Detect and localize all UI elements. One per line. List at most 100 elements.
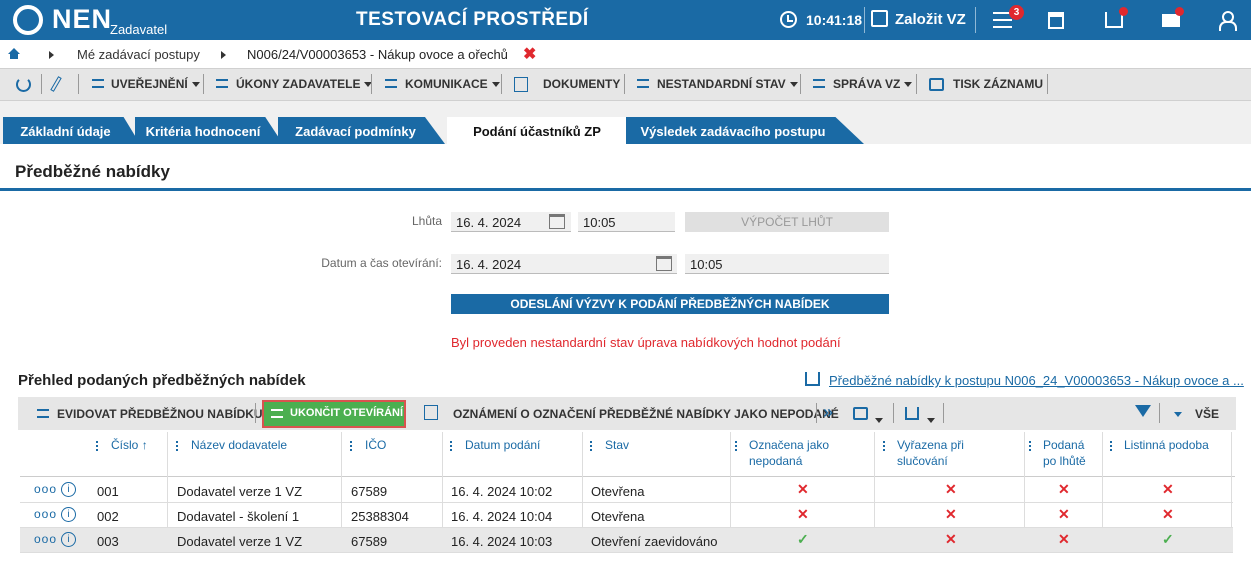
communication-icon — [385, 79, 397, 88]
chevron-down-icon[interactable] — [1174, 412, 1182, 417]
column-menu-icon[interactable] — [735, 441, 737, 451]
home-icon[interactable] — [8, 48, 20, 59]
column-menu-icon[interactable] — [883, 441, 885, 451]
cross-icon: ✕ — [1058, 531, 1070, 547]
print-record-button[interactable]: TISK ZÁZNAMU — [953, 77, 1043, 91]
header-marked-unsubmitted[interactable]: Označena jako nepodaná — [749, 438, 829, 468]
end-opening-button[interactable]: UKONČIT OTEVÍRÁNÍ — [262, 400, 406, 428]
cell-supplier: Dodavatel verze 1 VZ — [177, 484, 303, 499]
column-menu-icon[interactable] — [450, 441, 452, 451]
cell-state: Otevřena — [591, 509, 645, 524]
header-excluded-merge[interactable]: Vyřazena při slučování — [897, 438, 964, 468]
send-invitation-button[interactable]: ODESLÁNÍ VÝZVY K PODÁNÍ PŘEDBĚŽNÝCH NABÍ… — [451, 294, 889, 314]
register-offer-button[interactable]: EVIDOVAT PŘEDBĚŽNOU NABÍDKU — [57, 407, 263, 421]
section-divider — [0, 188, 1251, 191]
breadcrumb-current-procedure[interactable]: N006/24/V00003653 - Nákup ovoce a ořechů — [247, 47, 508, 62]
opening-time-field[interactable]: 10:05 — [685, 254, 889, 274]
refresh-icon[interactable] — [16, 77, 31, 92]
deadline-label: Lhůta — [411, 214, 442, 228]
divider — [371, 74, 372, 94]
header-supplier[interactable]: Název dodavatele — [191, 438, 287, 452]
filter-icon[interactable] — [1135, 405, 1151, 417]
cell-supplier: Dodavatel verze 1 VZ — [177, 534, 303, 549]
show-all-button[interactable]: VŠE — [1195, 407, 1219, 421]
header-late-submission[interactable]: Podaná po lhůtě — [1043, 438, 1086, 468]
calculate-deadlines-button[interactable]: VÝPOČET LHŮT — [685, 212, 889, 232]
document-icon — [514, 77, 528, 92]
cross-icon: ✕ — [1162, 506, 1174, 522]
publish-menu[interactable]: UVEŘEJNĚNÍ — [111, 77, 200, 91]
column-menu-icon[interactable] — [1110, 441, 1112, 451]
chevron-down-icon[interactable] — [871, 412, 883, 427]
row-menu-icon[interactable]: ooo — [34, 532, 57, 546]
header-submission-date[interactable]: Datum podání — [465, 438, 540, 452]
documents-button[interactable]: DOKUMENTY — [543, 77, 620, 91]
info-icon[interactable]: i — [61, 532, 76, 547]
cross-icon: ✕ — [1162, 481, 1174, 497]
contract-management-menu[interactable]: SPRÁVA VZ — [833, 77, 913, 91]
cross-icon: ✕ — [797, 506, 809, 522]
chevron-right-icon — [221, 51, 226, 59]
column-menu-icon[interactable] — [1029, 441, 1031, 451]
tab-procedure-result[interactable]: Výsledek zadávacího postupu — [626, 117, 864, 144]
cell-number: 002 — [97, 509, 119, 524]
chevron-down-icon[interactable] — [923, 412, 935, 427]
tab-participant-submissions[interactable]: Podání účastníků ZP — [447, 117, 627, 144]
communication-menu[interactable]: KOMUNIKACE — [405, 77, 500, 91]
print-icon — [929, 78, 944, 91]
column-menu-icon[interactable] — [96, 441, 98, 451]
divider — [78, 74, 79, 94]
contracting-authority-actions-menu[interactable]: ÚKONY ZADAVATELE — [236, 77, 373, 91]
cell-ico: 67589 — [351, 534, 388, 549]
print-icon[interactable] — [853, 407, 868, 420]
cross-icon: ✕ — [945, 506, 957, 522]
mail-alert-dot — [1175, 7, 1184, 16]
info-icon[interactable]: i — [61, 507, 76, 522]
deadline-time-field[interactable]: 10:05 — [578, 212, 675, 232]
divider — [916, 74, 917, 94]
session-clock: 10:41:18 — [806, 12, 863, 28]
divider — [203, 74, 204, 94]
nen-logo-icon[interactable] — [13, 5, 43, 35]
tab-basic-info[interactable]: Základní údaje — [3, 117, 140, 144]
mail-icon[interactable] — [1162, 14, 1180, 27]
tab-procurement-conditions[interactable]: Zadávací podmínky — [278, 117, 445, 144]
calendar-icon[interactable] — [656, 256, 672, 271]
clock-icon — [780, 11, 797, 28]
cell-date: 16. 4. 2024 10:04 — [451, 509, 553, 524]
user-icon[interactable] — [1219, 11, 1237, 31]
cell-number: 001 — [97, 484, 119, 499]
row-menu-icon[interactable]: ooo — [34, 482, 57, 496]
divider — [624, 74, 625, 94]
export-icon[interactable] — [905, 407, 919, 420]
column-menu-icon[interactable] — [350, 441, 352, 451]
column-menu-icon[interactable] — [590, 441, 592, 451]
close-icon[interactable]: ✖ — [523, 44, 536, 64]
header-ico[interactable]: IČO — [365, 438, 386, 452]
cross-icon: ✕ — [945, 531, 957, 547]
divider — [800, 74, 801, 94]
unsubmitted-notice-button[interactable]: OZNÁMENÍ O OZNAČENÍ PŘEDBĚŽNÉ NABÍDKY JA… — [453, 407, 839, 421]
divider — [943, 403, 944, 423]
breadcrumb-my-procedures[interactable]: Mé zadávací postupy — [77, 47, 200, 62]
header-paper-form[interactable]: Listinná podoba — [1124, 438, 1209, 452]
calendar-icon[interactable] — [549, 214, 565, 229]
calculator-icon[interactable] — [1048, 12, 1064, 29]
divider — [864, 7, 865, 33]
info-icon[interactable]: i — [61, 482, 76, 497]
logo-text[interactable]: NEN — [52, 4, 112, 35]
more-actions-icon[interactable]: » — [823, 402, 833, 423]
nonstandard-state-menu[interactable]: NESTANDARDNÍ STAV — [657, 77, 798, 91]
cross-icon: ✕ — [797, 481, 809, 497]
cell-state: Otevřena — [591, 484, 645, 499]
column-menu-icon[interactable] — [176, 441, 178, 451]
opening-date-field[interactable]: 16. 4. 2024 — [451, 254, 677, 274]
create-contract-button[interactable]: Založit VZ — [895, 11, 966, 28]
tab-evaluation-criteria[interactable]: Kritéria hodnocení — [135, 117, 283, 144]
cross-icon: ✕ — [1058, 506, 1070, 522]
preliminary-offers-link[interactable]: Předběžné nabídky k postupu N006_24_V000… — [829, 373, 1244, 388]
header-state[interactable]: Stav — [605, 438, 629, 452]
header-number[interactable]: Číslo ↑ — [111, 438, 148, 452]
row-menu-icon[interactable]: ooo — [34, 507, 57, 521]
cross-icon: ✕ — [945, 481, 957, 497]
